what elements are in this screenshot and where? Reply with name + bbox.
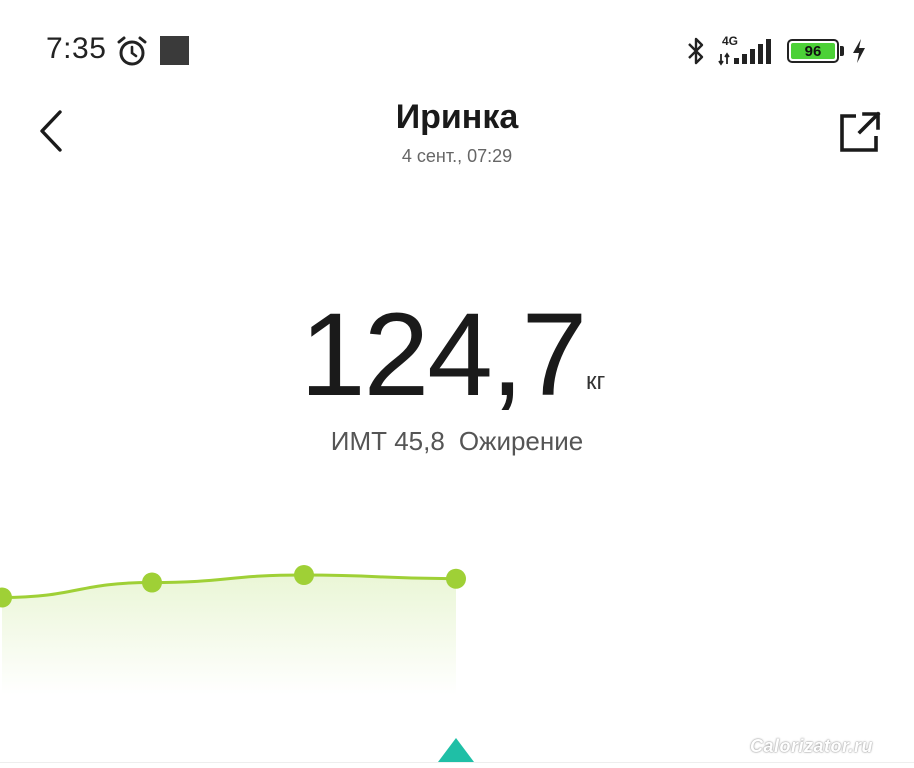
status-bar: 7:35 4G 96 bbox=[0, 0, 914, 96]
battery-icon: 96 bbox=[787, 39, 839, 63]
battery-cap bbox=[840, 46, 844, 56]
bottom-divider bbox=[0, 762, 914, 763]
weight-trend-chart[interactable] bbox=[0, 540, 914, 700]
charging-icon bbox=[853, 39, 865, 63]
weight-unit: кг bbox=[586, 368, 606, 395]
share-external-icon[interactable] bbox=[834, 106, 886, 158]
chart-data-point[interactable] bbox=[142, 572, 162, 593]
bmi-line: ИМТ 45,8 Ожирение bbox=[0, 426, 914, 457]
bluetooth-icon bbox=[688, 37, 704, 65]
chart-area-fill bbox=[2, 575, 456, 695]
alarm-icon bbox=[117, 36, 147, 66]
status-time: 7:35 bbox=[46, 32, 107, 65]
watermark-text: Calorizator.ru bbox=[750, 736, 874, 756]
chart-data-point[interactable] bbox=[446, 568, 466, 589]
measurement-datetime: 4 сент., 07:29 bbox=[401, 146, 513, 166]
page-title: Иринка bbox=[395, 98, 519, 136]
weight-block: 124,7 кг bbox=[0, 290, 914, 420]
weight-value: 124,7 bbox=[300, 289, 587, 421]
chart-data-point[interactable] bbox=[294, 565, 314, 585]
selected-point-marker[interactable] bbox=[436, 738, 476, 764]
notification-square-icon bbox=[160, 36, 189, 65]
app-screen: 7:35 4G 96 Иринка 4 сент., 07:29 124,7 к… bbox=[0, 0, 914, 768]
bmi-value: ИМТ 45,8 bbox=[330, 426, 445, 456]
battery-level: 96 bbox=[791, 43, 835, 60]
bmi-category: Ожирение bbox=[458, 426, 584, 456]
signal-icon bbox=[718, 39, 771, 66]
